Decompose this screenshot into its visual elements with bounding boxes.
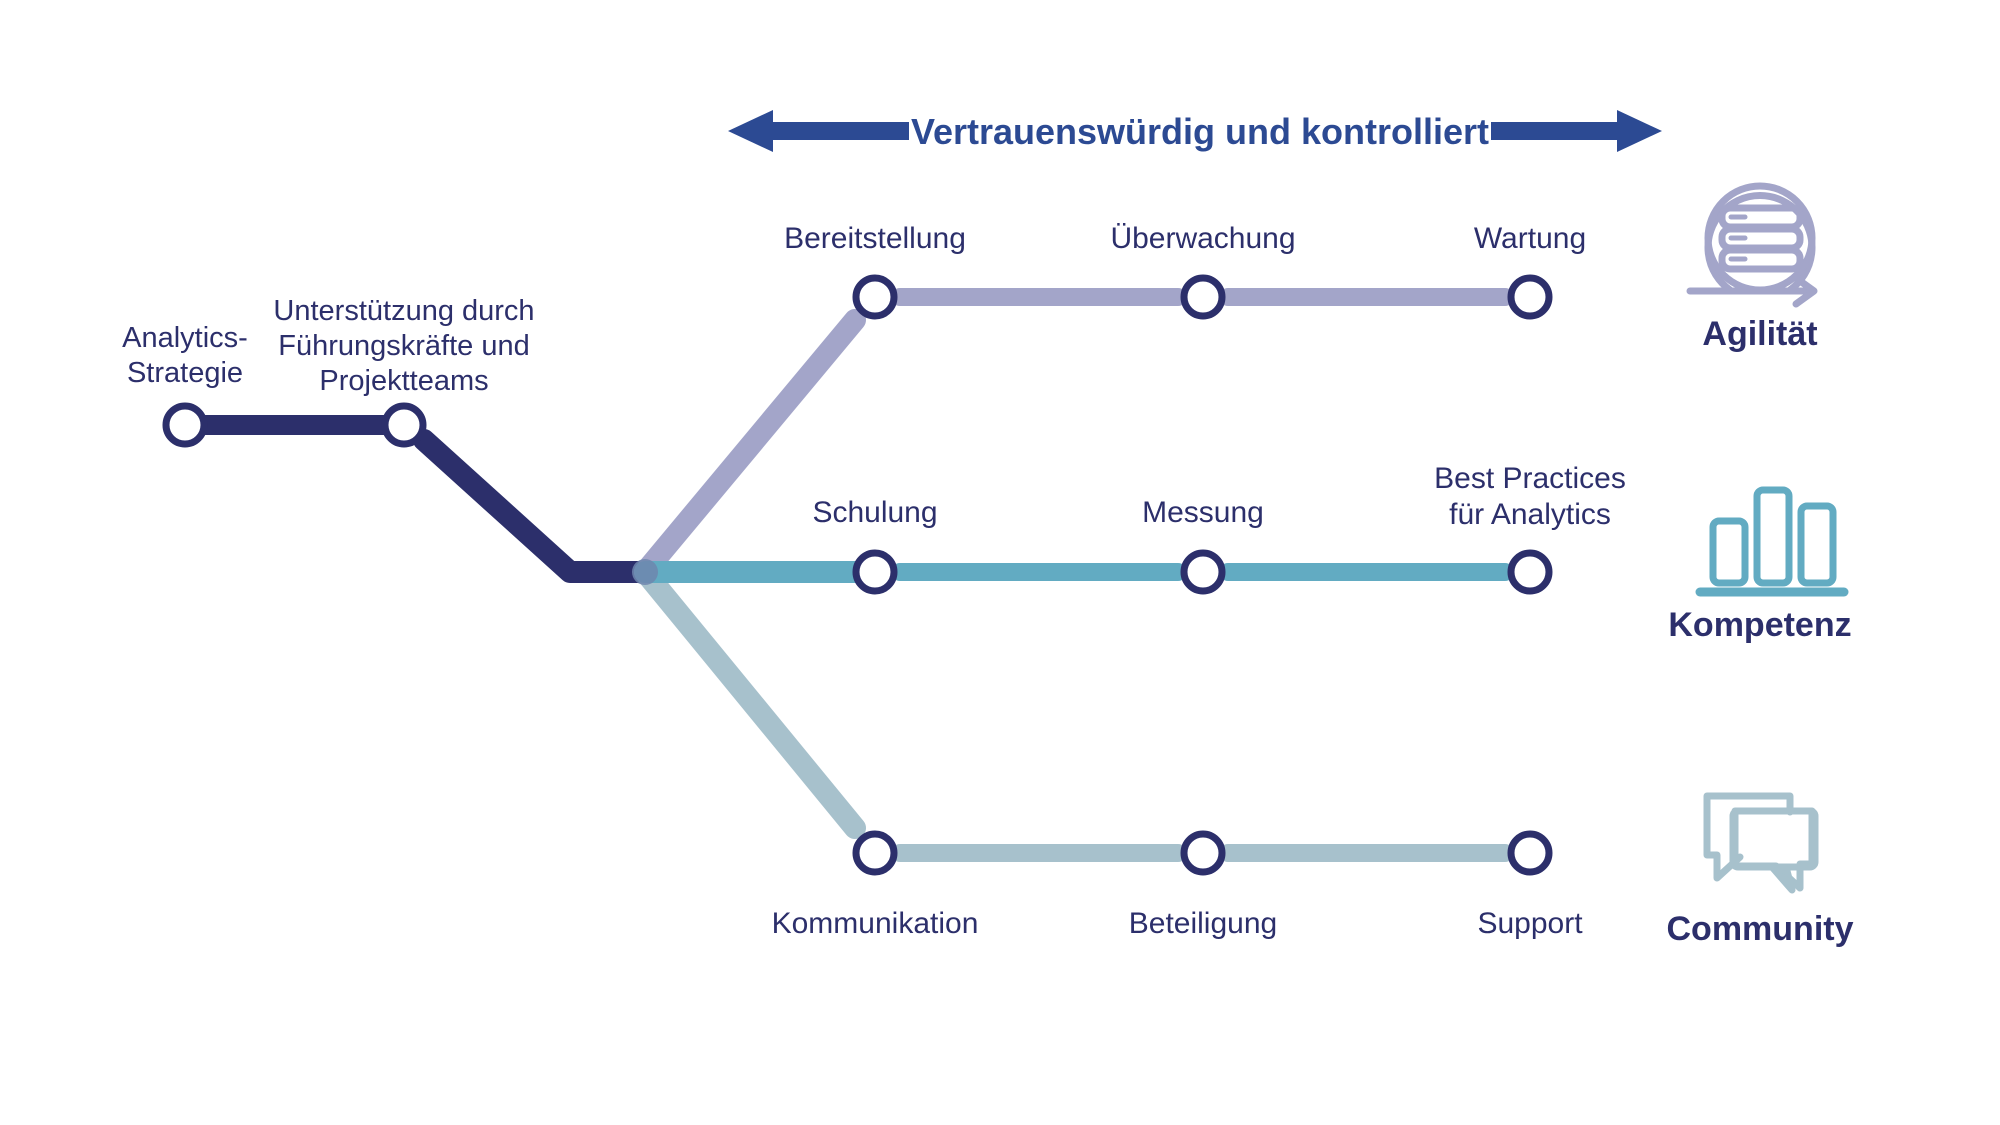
branch-row-kompetenz: Schulung Messung Best Practices für Anal…: [812, 462, 1626, 595]
pillar-label-agilitaet: Agilität: [1702, 315, 1817, 353]
pillar-label-community: Community: [1667, 910, 1854, 948]
node-label-wartung: Wartung: [1474, 222, 1586, 255]
node-unterstuetzung[interactable]: [381, 402, 427, 448]
banner-group: Vertrauenswürdig und kontrolliert: [728, 110, 1662, 152]
node-best-practices[interactable]: [1507, 549, 1553, 595]
trunk-group: [195, 415, 651, 583]
pillar-label-kompetenz: Kompetenz: [1668, 606, 1851, 644]
branch-row-agilitaet: Bereitstellung Überwachung Wartung: [784, 222, 1586, 320]
banner-left-arrowhead: [728, 110, 773, 152]
banner-text: Vertrauenswürdig und kontrolliert: [911, 111, 1489, 152]
banner-left-shaft: [770, 122, 909, 140]
pillar-agilitaet: Agilität: [1686, 182, 1818, 353]
trunk-segment-2: [413, 429, 651, 583]
branch-diagonal-agilitaet: [634, 309, 866, 583]
branch-row-community: Kommunikation Beteiligung Support: [772, 830, 1583, 940]
junction-dot: [632, 559, 658, 585]
node-kommunikation[interactable]: [852, 830, 898, 876]
pillar-community: Community: [1667, 792, 1854, 948]
pillar-kompetenz: Kompetenz: [1668, 486, 1852, 644]
node-label-best-practices-line2: für Analytics: [1449, 498, 1611, 531]
server-stack-cycle-icon: [1686, 182, 1818, 308]
node-support[interactable]: [1507, 830, 1553, 876]
node-analytics-strategie[interactable]: [162, 402, 208, 448]
node-label-unterstuetzung-line2: Führungskräfte und: [278, 330, 529, 362]
node-schulung[interactable]: [852, 549, 898, 595]
node-label-best-practices-line1: Best Practices: [1434, 462, 1626, 495]
speech-bubbles-icon: [1703, 792, 1819, 894]
node-label-unterstuetzung-line1: Unterstützung durch: [273, 295, 534, 327]
banner-right-shaft: [1491, 122, 1619, 140]
node-label-bereitstellung: Bereitstellung: [784, 222, 966, 255]
node-label-kommunikation: Kommunikation: [772, 907, 979, 940]
node-wartung[interactable]: [1507, 274, 1553, 320]
node-label-schulung: Schulung: [812, 496, 937, 529]
node-ueberwachung[interactable]: [1180, 274, 1226, 320]
node-label-analytics-strategie-line1: Analytics-: [122, 322, 248, 354]
branch-diagonals-group: [632, 309, 871, 839]
node-messung[interactable]: [1180, 549, 1226, 595]
analytics-roadmap-diagram: Vertrauenswürdig und kontrolliert Bereit…: [122, 110, 1854, 948]
node-label-beteiligung: Beteiligung: [1129, 907, 1277, 940]
branch-diagonal-community: [634, 561, 866, 839]
diagram-canvas: Vertrauenswürdig und kontrolliert Bereit…: [0, 0, 2000, 1125]
banner-right-arrowhead: [1617, 110, 1662, 152]
node-beteiligung[interactable]: [1180, 830, 1226, 876]
bar-chart-icon: [1695, 486, 1849, 597]
node-label-ueberwachung: Überwachung: [1110, 222, 1295, 255]
node-label-messung: Messung: [1142, 496, 1264, 529]
node-label-analytics-strategie-line2: Strategie: [127, 357, 243, 389]
node-bereitstellung[interactable]: [852, 274, 898, 320]
node-label-unterstuetzung-line3: Projektteams: [319, 365, 488, 397]
node-label-support: Support: [1477, 907, 1583, 940]
